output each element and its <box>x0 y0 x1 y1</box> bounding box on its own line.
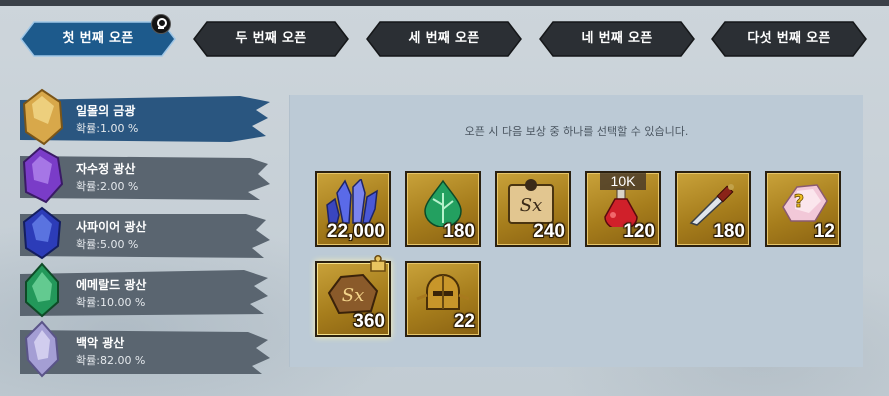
emerald-ore-icon <box>25 262 59 318</box>
reward-count: 180 <box>443 221 475 242</box>
reward-count: 22,000 <box>326 221 385 242</box>
mystery-crystal-icon: ? <box>782 184 828 222</box>
puzzle-piece-icon <box>370 255 386 272</box>
sx-stone-icon: Sx <box>327 273 379 315</box>
dagger-icon <box>689 184 734 226</box>
ore-rate: 확률:10.00 % <box>76 296 146 309</box>
ore-rate: 확률:1.00 % <box>76 122 139 135</box>
ore-item-sapphire: 사파이어 광산 확률:5.00 % <box>0 206 280 260</box>
ore-item-sunset-gold: 일몰의 금광 확률:1.00 % <box>0 88 280 146</box>
svg-text:Sx: Sx <box>342 285 364 306</box>
reward-item-sx-stone[interactable]: Sx 360 <box>315 255 391 337</box>
reward-item-sx-puzzle[interactable]: Sx 240 <box>495 171 571 247</box>
sapphire-ore-icon <box>22 206 62 260</box>
ore-name: 일몰의 금광 <box>76 104 136 118</box>
reward-count: 240 <box>533 221 565 242</box>
tab-label: 네 번째 오픈 <box>581 31 653 46</box>
ore-rate: 확률:5.00 % <box>76 238 139 251</box>
reward-count: 180 <box>713 221 745 242</box>
ore-rate: 확률:2.00 % <box>76 180 139 193</box>
ore-rate: 확률:82.00 % <box>76 354 146 367</box>
ore-name: 에메랄드 광산 <box>76 278 147 292</box>
reward-count: 12 <box>813 221 835 242</box>
ore-name: 사파이어 광산 <box>76 220 147 234</box>
svg-text:Sx: Sx <box>520 195 542 216</box>
gold-ore-icon <box>22 88 64 146</box>
tab-label: 두 번째 오픈 <box>235 31 307 46</box>
reward-count: 22 <box>453 311 475 332</box>
ore-item-chalk: 백악 광산 확률:82.00 % <box>0 320 280 378</box>
reward-item-red-potion[interactable]: 10K 120 <box>585 171 661 247</box>
reward-item-golden-helmet[interactable]: 22 <box>405 261 481 337</box>
amethyst-ore-icon <box>22 146 64 204</box>
ore-item-emerald: 에메랄드 광산 확률:10.00 % <box>0 262 280 318</box>
tab-label: 세 번째 오픈 <box>408 31 480 46</box>
reward-item-dagger[interactable]: 180 <box>675 171 751 247</box>
reward-item-blue-crystal[interactable]: 22,000 <box>315 171 391 247</box>
reward-item-mystery-crystal[interactable]: ? 12 <box>765 171 841 247</box>
chalk-ore-icon <box>24 320 60 378</box>
sx-puzzle-icon: Sx <box>508 179 554 224</box>
tab-label: 다섯 번째 오픈 <box>747 31 831 46</box>
tab-third-open[interactable]: 세 번째 오픈 <box>366 21 522 57</box>
ore-name: 백악 광산 <box>76 336 125 350</box>
reward-item-green-drop[interactable]: 180 <box>405 171 481 247</box>
tab-second-open[interactable]: 두 번째 오픈 <box>193 21 349 57</box>
green-drop-icon <box>424 179 462 227</box>
tab-fourth-open[interactable]: 네 번째 오픈 <box>539 21 695 57</box>
reward-hint: 오픈 시 다음 보상 중 하나를 선택할 수 있습니다. <box>464 125 689 138</box>
tab-fifth-open[interactable]: 다섯 번째 오픈 <box>711 21 867 57</box>
blue-crystal-icon <box>326 179 378 224</box>
reward-panel: 오픈 시 다음 보상 중 하나를 선택할 수 있습니다. 22,000 180 … <box>289 95 863 367</box>
svg-text:?: ? <box>794 191 804 212</box>
ore-item-amethyst: 자수정 광산 확률:2.00 % <box>0 146 280 204</box>
location-pin-icon <box>151 14 171 34</box>
ore-name: 자수정 광산 <box>76 162 136 176</box>
golden-helmet-icon <box>416 274 470 310</box>
reward-count: 360 <box>353 311 385 332</box>
reward-count: 120 <box>623 221 655 242</box>
top-border <box>0 0 889 6</box>
reward-tag: 10K <box>600 173 646 190</box>
